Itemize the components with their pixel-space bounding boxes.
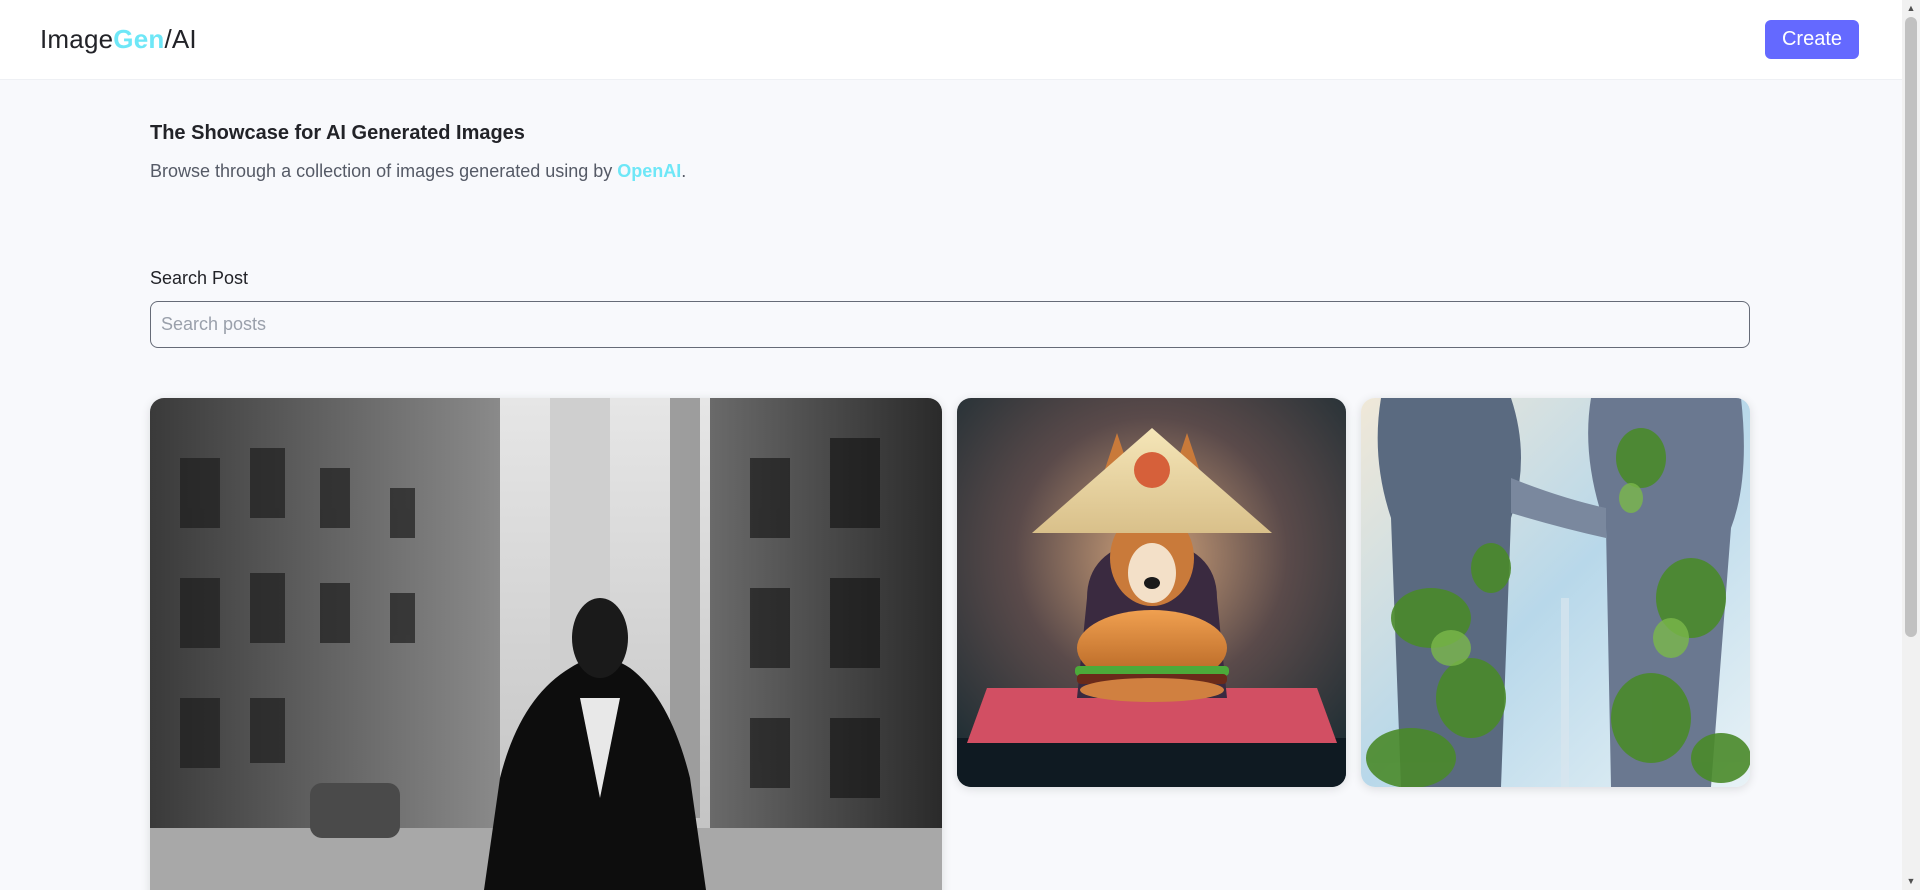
logo-gen-text: Gen [113, 24, 165, 54]
app-logo[interactable]: ImageGen/AI [40, 24, 197, 55]
shiba-burger-image [957, 398, 1346, 787]
logo-image-text: Image [40, 24, 114, 54]
gallery-card-street[interactable] [150, 398, 942, 890]
page-title: The Showcase for AI Generated Images [150, 122, 525, 144]
gallery-card-towers[interactable] [1361, 398, 1750, 787]
openai-link[interactable]: OpenAI [617, 161, 681, 181]
scroll-up-arrow-icon[interactable]: ▲ [1902, 0, 1920, 17]
page-scrollbar[interactable]: ▲ ▼ [1902, 0, 1920, 890]
search-input[interactable] [150, 301, 1750, 348]
search-label: Search Post [150, 268, 249, 288]
black-white-street-image [150, 398, 942, 890]
subtitle-text: Browse through a collection of images ge… [150, 161, 618, 181]
page-subtitle: Browse through a collection of images ge… [150, 161, 686, 182]
scroll-down-arrow-icon[interactable]: ▼ [1902, 873, 1920, 890]
create-button[interactable]: Create [1765, 20, 1859, 59]
subtitle-period: . [681, 161, 687, 181]
gallery-card-shiba[interactable] [957, 398, 1346, 787]
top-navbar: ImageGen/AI Create [0, 0, 1902, 80]
overgrown-towers-image [1361, 398, 1750, 787]
scrollbar-thumb[interactable] [1905, 17, 1917, 637]
logo-ai-text: /AI [164, 24, 197, 54]
